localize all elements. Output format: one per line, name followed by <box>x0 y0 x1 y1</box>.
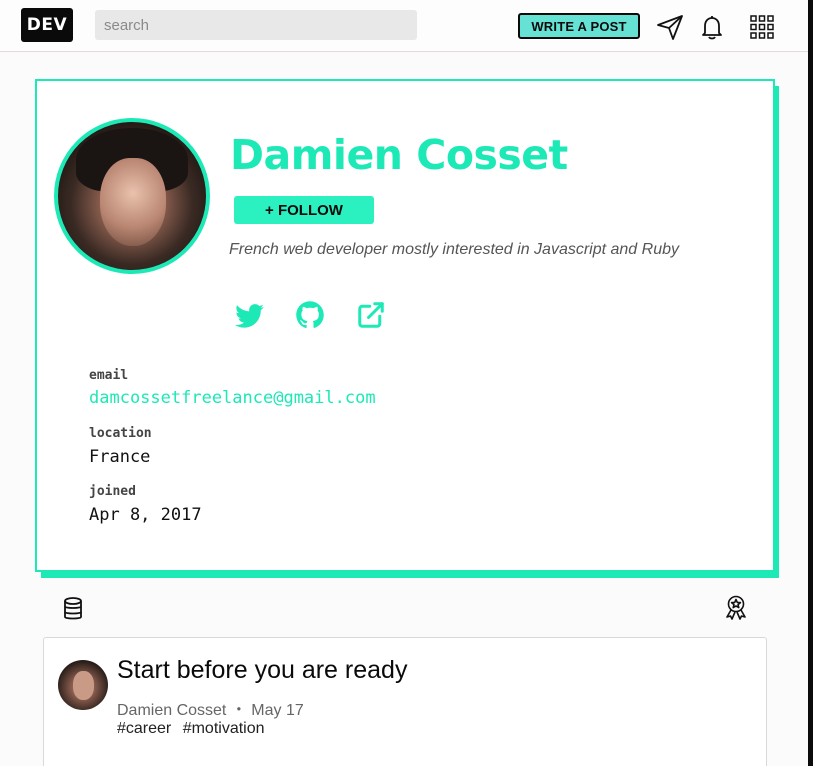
email-label: email <box>89 368 129 383</box>
article-author[interactable]: Damien Cosset <box>117 702 226 719</box>
top-navbar: DEV WRITE A POST <box>0 0 808 52</box>
search-input[interactable] <box>95 10 417 40</box>
location-value: France <box>89 447 151 467</box>
article-tags: #career #motivation <box>117 720 272 738</box>
profile-name: Damien Cosset <box>230 131 568 179</box>
tag-link[interactable]: #motivation <box>183 720 265 737</box>
article-title[interactable]: Start before you are ready <box>117 656 407 685</box>
award-badge-icon[interactable] <box>723 594 749 620</box>
send-icon[interactable] <box>656 13 684 41</box>
window-edge <box>808 0 813 766</box>
article-meta: Damien Cosset ・ May 17 <box>117 696 304 720</box>
database-icon[interactable] <box>60 596 86 622</box>
github-icon[interactable] <box>295 300 325 330</box>
follow-button[interactable]: + FOLLOW <box>234 196 374 224</box>
dev-logo[interactable]: DEV <box>21 8 73 42</box>
tag-link[interactable]: #career <box>117 720 171 737</box>
twitter-icon[interactable] <box>235 300 265 330</box>
grid-menu-icon[interactable] <box>748 13 776 41</box>
joined-label: joined <box>89 484 136 499</box>
article-date: May 17 <box>251 702 304 719</box>
location-label: location <box>89 426 152 441</box>
bell-icon[interactable] <box>698 13 726 41</box>
profile-avatar <box>54 118 210 274</box>
article-author-avatar[interactable] <box>58 660 108 710</box>
email-link[interactable]: damcossetfreelance@gmail.com <box>89 388 376 408</box>
joined-value: Apr 8, 2017 <box>89 505 202 525</box>
profile-bio: French web developer mostly interested i… <box>229 241 679 258</box>
avatar-face <box>100 158 166 246</box>
article-card[interactable]: Start before you are ready Damien Cosset… <box>43 637 767 766</box>
article-avatar-face <box>73 671 94 700</box>
write-a-post-button[interactable]: WRITE A POST <box>518 13 640 39</box>
article-separator: ・ <box>230 702 247 719</box>
external-link-icon[interactable] <box>356 300 386 330</box>
profile-card: Damien Cosset + FOLLOW French web develo… <box>35 79 775 572</box>
